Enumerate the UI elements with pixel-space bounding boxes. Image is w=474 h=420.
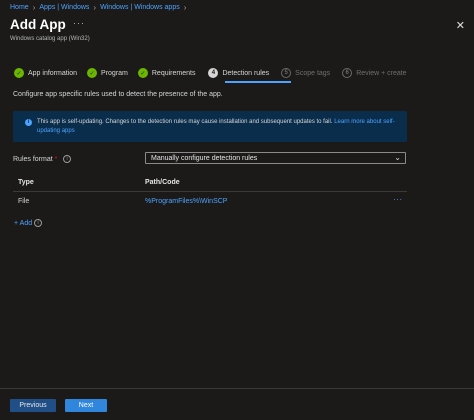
breadcrumb-windows-apps[interactable]: Windows | Windows apps	[100, 4, 180, 11]
column-header-type: Type	[18, 179, 34, 186]
next-button[interactable]: Next	[65, 399, 107, 412]
add-label: + Add	[14, 219, 33, 227]
info-banner: i This app is self-updating. Changes to …	[13, 111, 407, 142]
breadcrumb-apps-windows[interactable]: Apps | Windows	[39, 4, 89, 11]
rules-format-dropdown[interactable]: Manually configure detection rules ⌄	[145, 152, 406, 164]
wizard-steps: ✓ App information ✓ Program ✓ Requiremen…	[14, 67, 407, 79]
step-scope-tags: 5 Scope tags	[281, 67, 330, 79]
close-icon[interactable]: ✕	[456, 19, 465, 32]
chevron-right-icon: ›	[93, 3, 97, 12]
breadcrumb-home[interactable]: Home	[10, 4, 29, 11]
info-banner-text: This app is self-updating. Changes to th…	[37, 118, 399, 135]
step-label: Scope tags	[295, 69, 331, 77]
help-circle-icon[interactable]: i	[63, 155, 71, 163]
chevron-down-icon: ⌄	[394, 153, 401, 162]
table-header-divider	[13, 191, 407, 192]
help-circle-icon[interactable]: i	[34, 219, 43, 227]
rules-format-value: Manually configure detection rules	[151, 155, 258, 162]
step-number-badge: 4	[208, 68, 219, 78]
required-marker: *	[54, 156, 58, 163]
table-cell-path[interactable]: %ProgramFiles%\WinSCP	[145, 198, 227, 205]
check-circle-icon: ✓	[87, 68, 98, 78]
step-number-badge: 5	[281, 68, 292, 78]
row-ellipsis-icon[interactable]: ···	[393, 195, 403, 204]
ellipsis-icon[interactable]: ···	[73, 18, 85, 28]
step-label: Detection rules	[222, 69, 270, 77]
step-label: Requirements	[151, 69, 196, 77]
table-cell-type: File	[18, 198, 30, 205]
page-title: Add App	[10, 17, 66, 32]
chevron-right-icon: ›	[183, 3, 187, 12]
step-number-badge: 6	[342, 68, 353, 78]
step-app-information[interactable]: ✓ App information	[14, 67, 77, 79]
step-label: App information	[28, 69, 78, 77]
step-requirements[interactable]: ✓ Requirements	[137, 67, 196, 79]
column-header-path: Path/Code	[145, 179, 180, 186]
page-subtitle: Windows catalog app (Win32)	[10, 36, 90, 42]
active-step-indicator	[225, 81, 291, 83]
previous-button[interactable]: Previous	[10, 399, 56, 412]
step-label: Program	[101, 69, 128, 77]
step-detection-rules[interactable]: 4 Detection rules	[208, 67, 269, 79]
check-circle-icon: ✓	[137, 68, 148, 78]
step-label: Review + create	[356, 69, 407, 77]
step-review-create: 6 Review + create	[342, 67, 407, 79]
footer-divider	[0, 388, 474, 389]
rules-format-label: Rules format *	[13, 156, 57, 163]
add-rule-link[interactable]: + Add i	[14, 219, 43, 227]
intro-text: Configure app specific rules used to det…	[13, 91, 223, 98]
info-message: This app is self-updating. Changes to th…	[37, 119, 333, 125]
breadcrumb: Home › Apps | Windows › Windows | Window…	[10, 3, 186, 12]
check-circle-icon: ✓	[14, 68, 24, 78]
rules-format-label-text: Rules format	[13, 156, 53, 163]
info-icon: i	[25, 119, 32, 126]
step-program[interactable]: ✓ Program	[87, 67, 128, 79]
chevron-right-icon: ›	[32, 3, 36, 12]
